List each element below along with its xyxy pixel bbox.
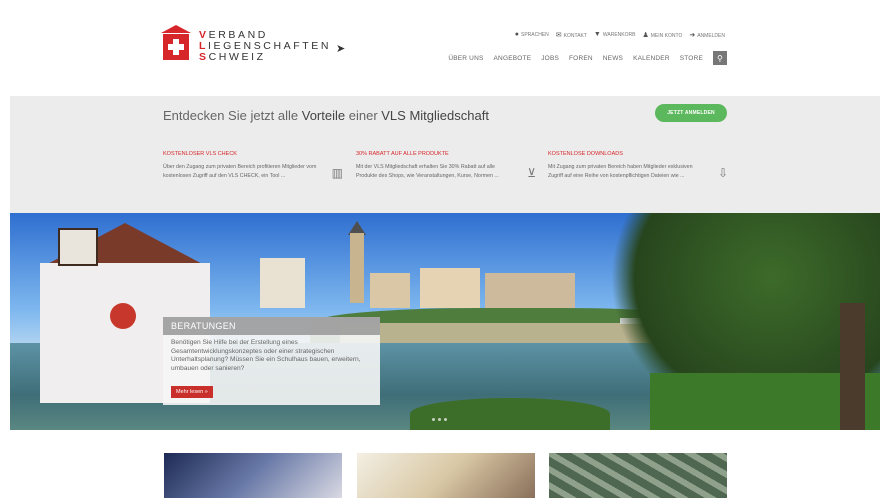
swiss-cross-icon bbox=[163, 33, 189, 60]
main-nav: ÜBER UNS ANGEBOTE JOBS FOREN NEWS KALEND… bbox=[448, 51, 727, 65]
shrubs bbox=[410, 398, 610, 430]
slider-dots bbox=[432, 418, 447, 421]
thumbnail-business-meeting[interactable] bbox=[164, 453, 342, 498]
nav-store[interactable]: STORE bbox=[680, 55, 703, 62]
coat-of-arms bbox=[110, 303, 136, 329]
cart-icon: ▼ bbox=[593, 31, 601, 38]
promo-column-text: Über den Zugang zum privaten Bereich pro… bbox=[163, 164, 317, 179]
nav-foren[interactable]: FOREN bbox=[569, 55, 593, 62]
promo-column-heading: KOSTENLOSE DOWNLOADS bbox=[548, 151, 623, 157]
bar-chart-icon: ▥ bbox=[331, 166, 343, 180]
hero-slider-image bbox=[10, 213, 880, 430]
promo-column-check[interactable]: KOSTENLOSER VLS CHECK Über den Zugang zu… bbox=[163, 151, 353, 180]
cart-icon: ⊻ bbox=[527, 166, 536, 180]
slider-dot[interactable] bbox=[438, 418, 441, 421]
util-link-anmelden[interactable]: ➜ ANMELDEN bbox=[689, 31, 725, 39]
thumbnail-documents[interactable] bbox=[357, 453, 535, 498]
util-link-sprachen[interactable]: ● SPRACHEN bbox=[515, 31, 549, 39]
promo-column-text: Mit der VLS Mitgliedschaft erhalten Sie … bbox=[356, 164, 499, 179]
user-icon: ♟ bbox=[642, 32, 649, 39]
promo-title: Entdecken Sie jetzt alle Vorteile einer … bbox=[163, 108, 489, 123]
logo-wordmark: VERBAND LIEGENSCHAFTEN SCHWEIZ bbox=[199, 29, 332, 63]
building bbox=[370, 273, 410, 308]
slider-dot[interactable] bbox=[444, 418, 447, 421]
church-tower bbox=[350, 233, 364, 303]
slider-dot[interactable] bbox=[432, 418, 435, 421]
join-now-button[interactable]: JETZT ANMELDEN bbox=[655, 104, 727, 122]
site-logo[interactable]: VERBAND LIEGENSCHAFTEN SCHWEIZ bbox=[163, 30, 331, 63]
hero-caption-box: BERATUNGEN Benötigen Sie Hilfe bei der E… bbox=[163, 317, 380, 405]
tree-trunk bbox=[840, 303, 865, 430]
globe-icon: ● bbox=[514, 31, 519, 38]
promo-column-discount[interactable]: 30% RABATT AUF ALLE PRODUKTE Mit der VLS… bbox=[356, 151, 546, 180]
nav-news[interactable]: NEWS bbox=[603, 55, 623, 62]
building bbox=[420, 268, 480, 308]
promo-column-heading: 30% RABATT AUF ALLE PRODUKTE bbox=[356, 151, 449, 157]
site-header: VERBAND LIEGENSCHAFTEN SCHWEIZ ➤ ● SPRACH… bbox=[0, 0, 880, 96]
nav-kalender[interactable]: KALENDER bbox=[633, 55, 670, 62]
utility-nav: ● SPRACHEN ✉ KONTAKT ▼ WARENKORB ♟ MEIN KONT… bbox=[515, 31, 725, 39]
promo-column-heading: KOSTENLOSER VLS CHECK bbox=[163, 151, 237, 157]
mouse-cursor-icon: ➤ bbox=[336, 43, 346, 55]
promo-column-downloads[interactable]: KOSTENLOSE DOWNLOADS Mit Zugang zum priv… bbox=[548, 151, 738, 180]
nav-jobs[interactable]: JOBS bbox=[541, 55, 559, 62]
search-button[interactable]: ⚲ bbox=[713, 51, 727, 65]
util-link-mein-konto[interactable]: ♟ MEIN KONTO bbox=[642, 31, 682, 39]
util-link-warenkorb[interactable]: ▼ WARENKORB bbox=[594, 31, 636, 39]
hero-title: BERATUNGEN bbox=[163, 317, 380, 335]
util-link-kontakt[interactable]: ✉ KONTAKT bbox=[556, 31, 587, 39]
timber-frame bbox=[58, 228, 98, 266]
sign-in-icon: ➜ bbox=[689, 32, 696, 39]
search-icon: ⚲ bbox=[716, 53, 724, 63]
nav-angebote[interactable]: ANGEBOTE bbox=[494, 55, 532, 62]
nav-ueber-uns[interactable]: ÜBER UNS bbox=[448, 55, 483, 62]
download-icon: ⇩ bbox=[717, 166, 728, 180]
envelope-icon: ✉ bbox=[555, 32, 562, 39]
read-more-button[interactable]: Mehr lesen » bbox=[171, 386, 213, 398]
hero-text: Benötigen Sie Hilfe bei der Erstellung e… bbox=[171, 339, 361, 372]
membership-promo: Entdecken Sie jetzt alle Vorteile einer … bbox=[10, 96, 880, 213]
building bbox=[260, 258, 305, 308]
building bbox=[485, 273, 575, 308]
thumbnail-roof-tiles[interactable] bbox=[549, 453, 727, 498]
promo-column-text: Mit Zugang zum privaten Bereich haben Mi… bbox=[548, 164, 693, 179]
